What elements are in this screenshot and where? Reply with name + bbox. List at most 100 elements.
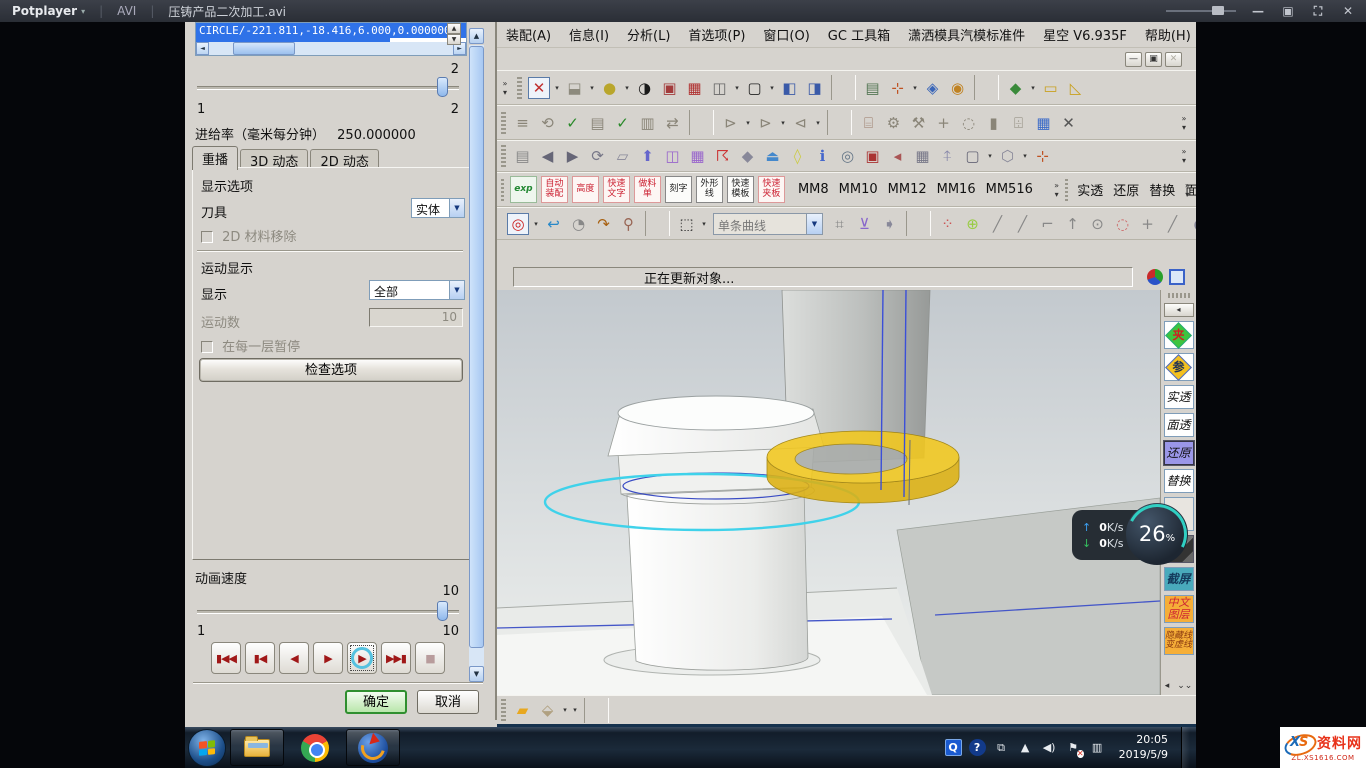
separator[interactable] — [831, 75, 856, 100]
motion-count-field[interactable]: 10 — [369, 308, 463, 327]
section-box-icon[interactable]: ▦ — [685, 144, 710, 169]
pp-restore-button[interactable]: ▣ — [1280, 4, 1296, 19]
forward-arrow-icon[interactable]: ▶ — [560, 144, 585, 169]
play-forward-button[interactable]: ▶ — [313, 642, 343, 674]
clip-right-icon[interactable]: ◨ — [802, 75, 827, 100]
half-solid-icon[interactable]: ◂ — [885, 144, 910, 169]
dropdown-icon[interactable]: ▾ — [910, 75, 920, 100]
wizard-box-icon[interactable]: ▦ — [1031, 110, 1056, 135]
taskbar-chrome-button[interactable] — [288, 729, 342, 766]
toolbar-overflow-icon[interactable]: »▾ — [1183, 181, 1192, 199]
toolbar-grip[interactable] — [1065, 179, 1068, 201]
back-arrow-icon[interactable]: ◀ — [535, 144, 560, 169]
dropdown-icon[interactable]: ▾ — [743, 110, 753, 135]
tree-snap-icon[interactable]: ⊻ — [852, 211, 877, 236]
post-tag-icon[interactable]: ▤ — [585, 110, 610, 135]
verify-check-icon[interactable]: ✓ — [560, 110, 585, 135]
scrollbar-thumb[interactable] — [233, 42, 295, 55]
create-tool-icon[interactable]: + — [931, 110, 956, 135]
dropdown-icon[interactable]: ▾ — [1028, 75, 1038, 100]
reference-tool-button[interactable]: 参 — [1164, 353, 1194, 381]
stop-button[interactable]: ■ — [415, 642, 445, 674]
scroll-up-icon[interactable]: ▲ — [469, 28, 484, 44]
display-mode-button[interactable]: 实透 — [1077, 180, 1103, 199]
quick-clamp-button[interactable]: 快速夹板 — [758, 176, 785, 203]
scrollbar-thumb[interactable] — [469, 46, 484, 648]
info-icon[interactable]: ℹ — [810, 144, 835, 169]
menu-item[interactable]: 分析(L) — [618, 25, 679, 44]
sphere-gray-icon[interactable]: ◔ — [566, 211, 591, 236]
toolbar-grip[interactable] — [1168, 293, 1190, 298]
palette-icon[interactable]: ◉ — [945, 75, 970, 100]
clip-left-icon[interactable]: ◧ — [777, 75, 802, 100]
qq-tray-icon[interactable]: Q — [945, 739, 962, 756]
nx-restore-button[interactable]: ▣ — [1145, 52, 1162, 67]
listbox-selected-row[interactable]: CIRCLE/-221.811,-18.416,6.000,0.0000000 — [196, 23, 466, 38]
curve-end-icon[interactable]: ⌐ — [1035, 211, 1060, 236]
red-box-icon[interactable]: ▣ — [860, 144, 885, 169]
dropdown-icon[interactable]: ▾ — [587, 75, 597, 100]
line-snap-icon[interactable]: ╱ — [985, 211, 1010, 236]
snapshot-icon[interactable]: ✕ — [528, 77, 550, 99]
csys-icon[interactable]: ⊹ — [885, 75, 910, 100]
chevron-down-icon[interactable]: ▼ — [449, 198, 465, 218]
create-method-icon[interactable]: ▮ — [981, 110, 1006, 135]
circle-snap-icon[interactable]: ⊙ — [1085, 211, 1110, 236]
pin-up-icon[interactable]: ⍏ — [935, 144, 960, 169]
speed-slider-track[interactable] — [197, 610, 459, 614]
polygon-icon[interactable]: ⬡ — [995, 144, 1020, 169]
dropdown-icon[interactable]: ▾ — [570, 698, 580, 723]
trim-box-icon[interactable]: ◫ — [660, 144, 685, 169]
separator[interactable] — [906, 211, 931, 236]
shaded-view-icon[interactable]: ● — [597, 75, 622, 100]
scatter-points-icon[interactable]: ⁘ — [935, 211, 960, 236]
potplayer-menu[interactable]: Potplayer — [12, 4, 77, 18]
marquee-select-icon[interactable]: ⬚ — [674, 211, 699, 236]
dropdown-icon[interactable]: ▾ — [560, 698, 570, 723]
separator[interactable] — [827, 110, 852, 135]
line-point-icon[interactable]: ╱ — [1010, 211, 1035, 236]
mm-size-button[interactable]: MM16 — [937, 182, 976, 197]
pause-each-level-checkbox[interactable] — [201, 341, 213, 353]
menu-item[interactable]: 潇洒模具汽模标准件 — [899, 25, 1034, 44]
wedge-icon[interactable]: ◊ — [785, 144, 810, 169]
clamp-tool-button[interactable]: 夹 — [1164, 321, 1194, 349]
forward-to-end-button[interactable]: ▶▶▮ — [381, 642, 411, 674]
toolbar-grip[interactable] — [501, 145, 506, 167]
machine-tool-icon[interactable]: ⚙ — [881, 110, 906, 135]
dropdown-icon[interactable]: ▾ — [732, 75, 742, 100]
csys-axes-icon[interactable]: ⊹ — [1030, 144, 1055, 169]
tray-expand-icon[interactable]: ▲ — [1017, 739, 1034, 756]
outline-button[interactable]: 外形线 — [696, 176, 723, 203]
wireframe-pin-icon[interactable]: ▣ — [657, 75, 682, 100]
create-op-icon[interactable]: ⌹ — [1006, 110, 1031, 135]
menu-item[interactable]: 星空 V6.935F — [1034, 25, 1136, 44]
help-tray-icon[interactable]: ? — [969, 739, 986, 756]
toolbar-overflow-icon[interactable]: »▾ — [1176, 114, 1192, 132]
display-mode-button[interactable]: 还原 — [1113, 180, 1139, 199]
sync-icon[interactable]: ⇄ — [660, 110, 685, 135]
network-tray-icon[interactable]: ▥ — [1089, 739, 1106, 756]
grid-snap-icon[interactable]: ⌗ — [827, 211, 852, 236]
dialog-vertical-scrollbar[interactable]: ▲ ▼ — [469, 28, 484, 686]
half-shaded-icon[interactable]: ◑ — [632, 75, 657, 100]
engrave-button[interactable]: 刻字 — [665, 176, 692, 203]
dropdown-icon[interactable]: ▾ — [531, 211, 541, 236]
progress-slider-thumb[interactable] — [437, 77, 448, 97]
mill-tool3-icon[interactable]: ⊲ — [788, 110, 813, 135]
dropdown-icon[interactable]: ▾ — [813, 110, 823, 135]
height-button[interactable]: 高度 — [572, 176, 599, 203]
scroll-down-icon[interactable]: ▼ — [469, 666, 484, 682]
dropdown-icon[interactable]: ▾ — [552, 75, 562, 100]
snap-point-icon[interactable]: ◎ — [507, 213, 529, 235]
gem-icon[interactable]: ◆ — [735, 144, 760, 169]
volume-slider-knob[interactable] — [1212, 6, 1224, 15]
dropdown-icon[interactable]: ▾ — [778, 110, 788, 135]
display-drawer-icon[interactable]: ⬓ — [562, 75, 587, 100]
globe-pie-icon[interactable] — [1147, 269, 1163, 285]
list-small-icon[interactable]: ≡ — [510, 110, 535, 135]
nx-minimize-button[interactable]: — — [1125, 52, 1142, 67]
toolbar-grip[interactable] — [517, 77, 522, 99]
toolbar-overflow-icon[interactable]: »▾ — [1176, 147, 1192, 165]
vertical-snap-icon[interactable]: ↑ — [1060, 211, 1085, 236]
